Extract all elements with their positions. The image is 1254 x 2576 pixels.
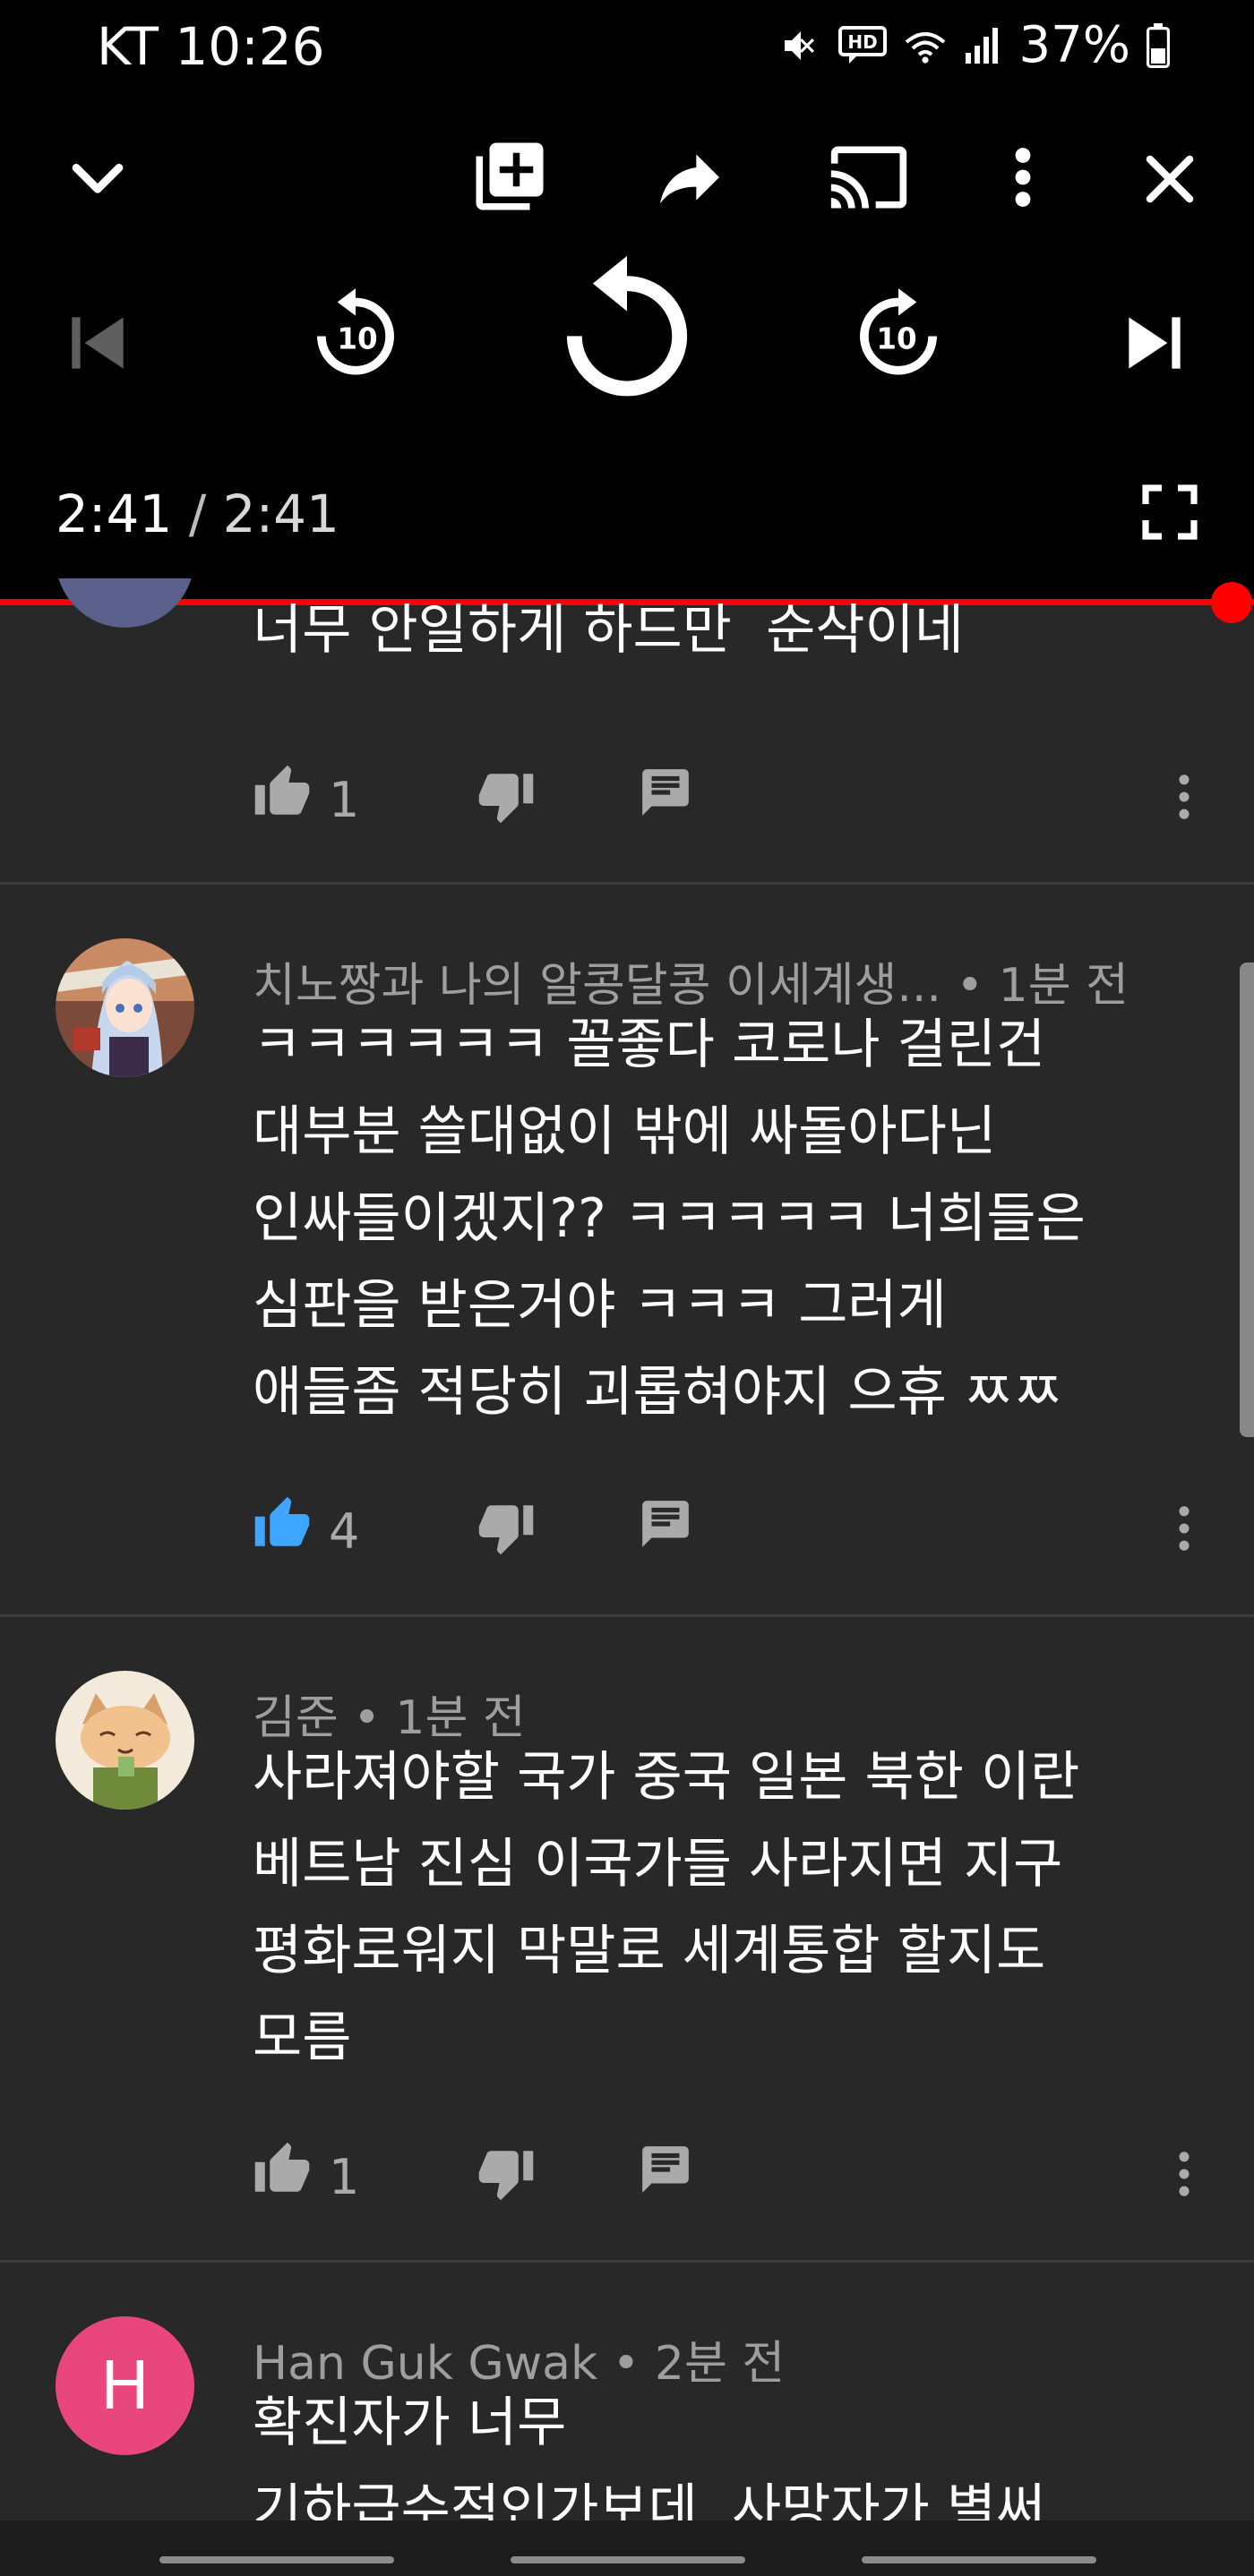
comment-text: ㅋㅋㅋㅋㅋㅋ 꼴좋다 코로나 걸린건 대부분 쓸대없이 밖에 싸돌아다닌 인싸들… (253, 1014, 1086, 1424)
comment-more-icon[interactable] (1173, 2147, 1195, 2201)
like-count: 1 (329, 772, 360, 828)
comment-item: H Han Guk Gwak • 2분 전 확진자가 너무 기하급수적인가보데 … (0, 2263, 1254, 2520)
cast-icon[interactable] (828, 136, 910, 218)
duration: 2:41 (222, 484, 339, 544)
carrier-time: KT 10:26 (97, 16, 325, 77)
dislike-icon[interactable] (477, 766, 536, 826)
dislike-icon[interactable] (477, 1498, 536, 1557)
comment-text: 너무 안일하게 하드만 순삭이네 (253, 599, 964, 662)
like-count: 4 (329, 1503, 360, 1560)
hd-voice-icon: HD (837, 25, 887, 64)
avatar[interactable] (56, 1671, 194, 1810)
like-icon-active[interactable] (253, 1494, 312, 1553)
close-icon[interactable] (1136, 145, 1204, 213)
home-pill[interactable] (511, 2556, 745, 2563)
avatar[interactable]: H (56, 2316, 194, 2455)
avatar[interactable] (56, 578, 194, 628)
next-icon[interactable] (1116, 304, 1193, 381)
chevron-down-icon[interactable] (61, 143, 134, 217)
video-player[interactable]: 10 10 2:41 / 2:41 (0, 90, 1254, 602)
svg-text:10: 10 (876, 321, 916, 355)
comment-actions: 1 (253, 2140, 1220, 2212)
add-to-playlist-icon[interactable] (469, 136, 550, 217)
time-separator: / (188, 484, 207, 544)
battery-percent: 37% (1018, 16, 1130, 74)
comment-text: 확진자가 너무 기하급수적인가보데 사망자가 별써 (253, 2392, 1046, 2520)
rewind-10-icon[interactable]: 10 (301, 279, 410, 389)
reply-icon[interactable] (638, 1496, 693, 1552)
status-icons: HD 37% (779, 16, 1170, 74)
reply-icon[interactable] (638, 2142, 693, 2197)
signal-icon (965, 27, 998, 64)
like-icon[interactable] (253, 2140, 312, 2199)
like-count: 1 (329, 2149, 360, 2205)
avatar-image (56, 938, 194, 1077)
fullscreen-icon[interactable] (1138, 480, 1202, 544)
dislike-icon[interactable] (477, 2144, 536, 2203)
system-nav-bar (0, 2520, 1254, 2576)
time-display: 2:41 / 2:41 (56, 484, 339, 544)
scrollbar-thumb[interactable] (1240, 963, 1254, 1437)
current-time: 2:41 (56, 484, 173, 544)
like-icon[interactable] (253, 763, 312, 822)
avatar-image (56, 1671, 194, 1810)
comment-actions: 1 (253, 763, 1220, 834)
comment-more-icon[interactable] (1173, 770, 1195, 824)
svg-text:HD: HD (847, 31, 877, 53)
wifi-icon (905, 31, 945, 64)
reply-icon[interactable] (638, 765, 693, 820)
avatar[interactable] (56, 938, 194, 1077)
previous-icon[interactable] (59, 304, 136, 381)
status-bar: KT 10:26 HD 37% (0, 0, 1254, 90)
mute-icon (784, 30, 814, 60)
forward-10-icon[interactable]: 10 (844, 279, 953, 389)
recent-apps-pill[interactable] (159, 2556, 394, 2563)
comment-actions: 4 (253, 1494, 1220, 1566)
more-vertical-icon[interactable] (996, 140, 1050, 215)
replay-icon[interactable] (548, 251, 706, 408)
share-icon[interactable] (650, 138, 729, 217)
battery-icon (1147, 22, 1170, 68)
back-pill[interactable] (862, 2556, 1096, 2563)
comment-more-icon[interactable] (1173, 1502, 1195, 1555)
svg-text:10: 10 (337, 321, 377, 355)
comment-text: 사라져야할 국가 중국 일본 북한 이란 베트남 진심 이국가들 사라지면 지구… (253, 1746, 1080, 2069)
